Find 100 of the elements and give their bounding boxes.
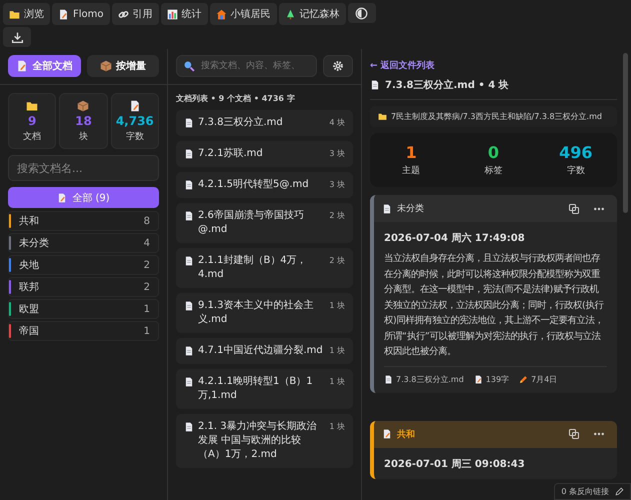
document-icon <box>184 301 194 311</box>
document-icon <box>382 429 392 439</box>
document-item[interactable]: 9.1.3资本主义中的社会主义.md 1 块 <box>176 293 353 333</box>
block-count: 4 块 <box>329 117 345 129</box>
link-icon <box>118 8 129 20</box>
category-name: 央地 <box>19 258 39 272</box>
meta-date: 7月4日 <box>531 374 558 384</box>
scrollbar[interactable] <box>623 53 628 213</box>
document-item[interactable]: 4.2.1.5明代转型5@.md 3 块 <box>176 172 353 198</box>
folder-icon <box>378 112 387 121</box>
settings-icon <box>332 60 344 72</box>
document-item[interactable]: 7.3.8三权分立.md 4 块 <box>176 110 353 136</box>
block-count: 1 块 <box>329 345 345 357</box>
category-item[interactable]: 共和 8 <box>8 211 159 231</box>
category-count: 8 <box>144 216 150 226</box>
document-icon <box>184 346 194 356</box>
theme-button[interactable] <box>348 3 376 23</box>
document-icon <box>184 377 194 387</box>
toolbar-tab[interactable]: 统计 <box>160 3 208 25</box>
pen-icon <box>615 487 624 496</box>
block-count: 3 块 <box>329 179 345 191</box>
search-field[interactable]: 搜索文档、内容、标签、 <box>176 55 317 77</box>
note-date: 2026-07-01 周三 09:08:43 <box>384 458 526 470</box>
package-icon <box>77 100 90 112</box>
search-field[interactable]: 搜索文档名... <box>8 155 159 181</box>
document-name: 4.7.1中国近代边疆分裂.md <box>198 344 323 358</box>
category-name: 帝国 <box>19 324 39 338</box>
document-icon <box>370 80 380 90</box>
toolbar-tab[interactable]: 小镇居民 <box>210 3 277 25</box>
search-icon <box>183 60 195 72</box>
document-item[interactable]: 2.6帝国崩溃与帝国技巧@.md 2 块 <box>176 203 353 243</box>
category-item[interactable]: 央地 2 <box>8 255 159 275</box>
back-link[interactable]: ← 返回文件列表 <box>370 59 617 72</box>
mode-tab[interactable]: 全部文档 <box>8 55 80 77</box>
category-item[interactable]: 帝国 1 <box>8 321 159 341</box>
category-count: 1 <box>144 326 150 336</box>
block-count: 1 块 <box>329 421 345 433</box>
stat-label: 字数 <box>126 130 144 142</box>
document-icon <box>184 118 194 128</box>
toolbar-tab[interactable]: 记忆森林 <box>278 3 346 25</box>
document-name: 2.1. 3暴力冲突与长期政治发展 中国与欧洲的比较（A）1万，2.md <box>198 420 318 462</box>
copy-icon <box>568 428 580 440</box>
stat-label: 块 <box>78 130 88 142</box>
document-name: 2.1.1封建制（B）4万，4.md <box>198 254 308 282</box>
card-category: 共和 <box>397 428 416 440</box>
document-name: 9.1.3资本主义中的社会主义.md <box>198 299 314 327</box>
mode-tab[interactable]: 按增量 <box>86 55 159 77</box>
folder-icon <box>26 100 38 112</box>
document-item[interactable]: 4.7.1中国近代边疆分裂.md 1 块 <box>176 338 353 364</box>
category-name: 未分类 <box>19 236 49 250</box>
stat-label: 主题 <box>402 164 420 177</box>
document-name: 7.3.8三权分立.md <box>198 116 283 130</box>
document-item[interactable]: 2.1. 3暴力冲突与长期政治发展 中国与欧洲的比较（A）1万，2.md 1 块 <box>176 414 353 468</box>
category-item[interactable]: 未分类 4 <box>8 233 159 253</box>
block-count: 1 块 <box>329 300 345 312</box>
document-icon <box>474 374 483 384</box>
meta-file: 7.3.8三权分立.md <box>396 374 464 384</box>
document-title: 7.3.8三权分立.md • 4 块 <box>385 78 509 92</box>
backlinks-count: 0 条反向链接 <box>561 486 609 497</box>
toolbar-tab[interactable]: Flomo <box>52 3 110 25</box>
file-path: 7民主制度及其弊病/7.3西方民主和缺陷/7.3.8三权分立.md <box>391 111 602 122</box>
stat-value: 0 <box>488 143 500 162</box>
house-icon <box>216 8 227 20</box>
document-item[interactable]: 2.1.1封建制（B）4万，4.md 2 块 <box>176 248 353 288</box>
category-item[interactable]: 联邦 2 <box>8 277 159 297</box>
toolbar-tab[interactable]: 浏览 <box>3 3 50 25</box>
settings-button[interactable] <box>323 55 353 77</box>
stat-value: 496 <box>559 143 593 162</box>
download-icon <box>10 30 24 44</box>
download-button[interactable] <box>3 27 31 47</box>
document-icon <box>382 204 392 214</box>
document-icon <box>128 100 141 112</box>
category-count: 2 <box>144 282 150 292</box>
document-item[interactable]: 7.2.1苏联.md 3 块 <box>176 141 353 167</box>
category-name: 联邦 <box>19 280 39 294</box>
package-icon <box>100 60 112 72</box>
document-icon <box>184 256 194 266</box>
stat-label: 文档 <box>23 130 42 142</box>
category-name: 共和 <box>19 214 39 228</box>
document-name: 7.2.1苏联.md <box>198 147 263 161</box>
document-icon <box>58 8 69 20</box>
document-name: 2.6帝国崩溃与帝国技巧@.md <box>198 209 305 237</box>
block-count: 1 块 <box>329 376 345 388</box>
folder-icon <box>9 8 20 20</box>
block-count: 2 块 <box>329 255 345 267</box>
category-name: 欧盟 <box>19 303 39 316</box>
tree-icon <box>284 8 296 20</box>
document-item[interactable]: 4.2.1.1晚明转型1（B）1万,1.md 1 块 <box>176 369 353 409</box>
toolbar-tab[interactable]: 引用 <box>112 3 159 25</box>
meta-chars: 139字 <box>486 374 510 384</box>
stat-value: 4,736 <box>116 114 154 128</box>
stat-value: 9 <box>28 114 36 128</box>
document-icon <box>184 149 194 159</box>
document-icon <box>184 422 194 432</box>
document-icon <box>16 60 28 72</box>
block-count: 3 块 <box>329 148 345 160</box>
document-name: 4.2.1.1晚明转型1（B）1万,1.md <box>198 375 314 403</box>
all-button[interactable]: 全部 (9) <box>8 187 159 208</box>
category-item[interactable]: 欧盟 1 <box>8 299 159 319</box>
block-count: 2 块 <box>329 210 345 222</box>
